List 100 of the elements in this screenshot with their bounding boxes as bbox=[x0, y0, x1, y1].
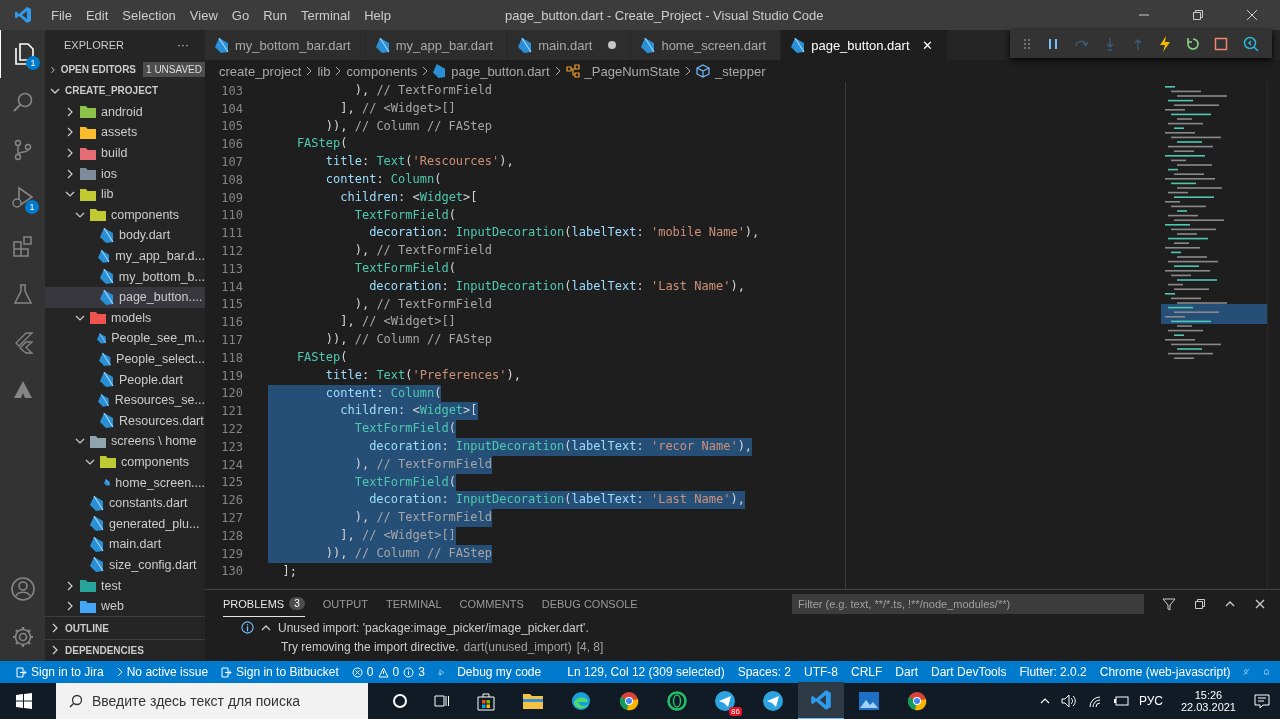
tree-item[interactable]: models bbox=[45, 307, 205, 329]
problem-message[interactable]: Unused import: 'package:image_picker/image_picker.dart'. bbox=[278, 620, 589, 635]
editor-tab[interactable]: my_bottom_bar.dart bbox=[205, 30, 366, 60]
status-item[interactable]: Sign in to Jira bbox=[16, 665, 104, 679]
extensions-icon[interactable] bbox=[10, 234, 35, 258]
filter-icon[interactable] bbox=[1162, 597, 1176, 611]
menu-item[interactable]: File bbox=[44, 7, 79, 23]
tree-item[interactable]: test bbox=[45, 575, 205, 596]
panel-tab[interactable]: PROBLEMS 3 bbox=[223, 591, 305, 617]
tree-item[interactable]: generated_plu... bbox=[45, 513, 205, 535]
stop-icon[interactable] bbox=[1214, 37, 1229, 51]
status-item[interactable]: Sign in to Bitbucket bbox=[221, 665, 339, 679]
chrome-icon[interactable] bbox=[906, 690, 928, 712]
cortana-icon[interactable] bbox=[392, 693, 408, 709]
tree-item[interactable]: screens \ home bbox=[45, 431, 205, 452]
section-header[interactable]: OUTLINE bbox=[65, 622, 109, 634]
tree-item[interactable]: size_config.dart bbox=[45, 554, 205, 576]
status-item[interactable]: Debug my code bbox=[457, 665, 542, 679]
tree-item[interactable]: constants.dart bbox=[45, 492, 205, 514]
lightning-icon[interactable] bbox=[1159, 36, 1172, 52]
breadcrumb-item[interactable]: create_project bbox=[219, 63, 302, 79]
battery-icon[interactable] bbox=[1112, 695, 1129, 707]
breadcrumb-item[interactable]: _stepper bbox=[714, 63, 766, 79]
status-item[interactable]: Chrome (web-javascript) bbox=[1099, 665, 1231, 679]
menu-item[interactable]: Selection bbox=[115, 7, 183, 23]
speaker-icon[interactable] bbox=[1060, 694, 1077, 708]
breadcrumb-item[interactable]: components bbox=[346, 63, 418, 79]
tree-item[interactable]: components bbox=[45, 451, 205, 473]
tree-item[interactable]: android bbox=[45, 101, 205, 123]
status-item[interactable]: UTF-8 bbox=[804, 665, 838, 679]
menu-item[interactable]: Run bbox=[256, 7, 294, 23]
menu-item[interactable]: Help bbox=[357, 7, 398, 23]
panel-tab[interactable]: DEBUG CONSOLE bbox=[541, 591, 638, 617]
close-icon[interactable] bbox=[1246, 9, 1258, 21]
taskbar-search-field[interactable]: Введите здесь текст для поиска bbox=[56, 683, 368, 719]
restore-icon[interactable] bbox=[1192, 9, 1204, 21]
clock-time[interactable]: 15:26 bbox=[1194, 689, 1223, 701]
chrome-icon[interactable] bbox=[618, 690, 640, 712]
status-item[interactable]: Ln 129, Col 12 (309 selected) bbox=[567, 665, 725, 679]
edge-icon[interactable] bbox=[570, 690, 592, 712]
close-tab-button[interactable]: ✕ bbox=[921, 37, 933, 53]
settings-icon[interactable] bbox=[10, 625, 35, 649]
panel-tab[interactable]: OUTPUT bbox=[322, 591, 368, 617]
inspect-icon[interactable] bbox=[1242, 36, 1259, 52]
editor-tab[interactable]: main.dart bbox=[508, 30, 632, 60]
tree-item[interactable]: web bbox=[45, 595, 205, 617]
status-item[interactable]: Flutter: 2.0.2 bbox=[1019, 665, 1087, 679]
breadcrumb-item[interactable]: lib bbox=[317, 63, 331, 79]
tree-item[interactable]: Resources.dart bbox=[45, 410, 205, 432]
photos-icon[interactable] bbox=[858, 691, 880, 711]
tree-item[interactable]: body.dart bbox=[45, 225, 205, 246]
tree-item[interactable]: build bbox=[45, 142, 205, 164]
menu-item[interactable]: Edit bbox=[78, 7, 116, 23]
tree-item[interactable]: my_bottom_b... bbox=[45, 266, 205, 287]
tree-item[interactable]: ios bbox=[45, 163, 205, 184]
drag-handle-icon[interactable] bbox=[1023, 38, 1032, 50]
tree-item[interactable]: People.dart bbox=[45, 369, 205, 390]
breadcrumb-item[interactable]: page_button.dart bbox=[451, 63, 550, 79]
tree-item[interactable]: lib bbox=[45, 183, 205, 205]
tree-item[interactable]: my_app_bar.d... bbox=[45, 245, 205, 267]
run-debug-icon[interactable] bbox=[9, 185, 36, 211]
filter-field[interactable]: Filter (e.g. text, **/*.ts, !**/node_modules/**) bbox=[792, 594, 1144, 614]
tree-item[interactable]: People_select... bbox=[45, 348, 205, 370]
editor-tab[interactable]: page_button.dart ✕ bbox=[781, 30, 948, 60]
copy-icon[interactable] bbox=[1194, 598, 1206, 610]
language-indicator[interactable]: РУС bbox=[1138, 694, 1163, 708]
close-icon[interactable] bbox=[1254, 598, 1266, 610]
more-actions-button[interactable]: ··· bbox=[177, 37, 189, 52]
open-editors-header[interactable]: OPEN EDITORS bbox=[60, 64, 137, 76]
tree-item[interactable]: main.dart bbox=[45, 534, 205, 555]
tree-item[interactable]: home_screen.... bbox=[45, 472, 205, 493]
notifications-icon[interactable] bbox=[1254, 693, 1270, 709]
vscode-logo-icon[interactable] bbox=[810, 689, 832, 711]
folder-icon[interactable] bbox=[522, 692, 544, 710]
clock-date[interactable]: 22.03.2021 bbox=[1180, 701, 1236, 713]
store-icon[interactable] bbox=[476, 691, 496, 711]
project-header[interactable]: CREATE_PROJECT bbox=[65, 85, 159, 97]
menu-item[interactable]: Terminal bbox=[294, 7, 358, 23]
status-item[interactable]: Dart DevTools bbox=[931, 665, 1007, 679]
status-item[interactable]: No active issue bbox=[116, 665, 209, 679]
tree-item[interactable]: components bbox=[45, 204, 205, 226]
editor-tab[interactable]: home_screen.dart bbox=[631, 30, 782, 60]
tree-item[interactable]: assets bbox=[45, 122, 205, 143]
wifi-icon[interactable] bbox=[1086, 694, 1103, 708]
problems-status[interactable]: 0 0 3 bbox=[351, 665, 425, 679]
windows-start-icon[interactable] bbox=[16, 693, 32, 709]
status-item[interactable]: Dart bbox=[895, 665, 919, 679]
tree-item[interactable]: People_see_m... bbox=[45, 328, 205, 349]
status-item[interactable]: Spaces: 2 bbox=[737, 665, 791, 679]
breadcrumb-item[interactable]: _PageNumState bbox=[584, 63, 680, 79]
status-item[interactable]: CRLF bbox=[851, 665, 883, 679]
menu-item[interactable]: Go bbox=[224, 7, 257, 23]
task-view-icon[interactable] bbox=[434, 693, 450, 709]
atlassian-icon[interactable] bbox=[11, 379, 34, 401]
editor-tab[interactable]: my_app_bar.dart bbox=[365, 30, 509, 60]
paper-plane-icon[interactable] bbox=[762, 690, 784, 712]
ring-icon[interactable] bbox=[666, 690, 688, 712]
restart-icon[interactable] bbox=[1185, 37, 1200, 51]
panel-tab[interactable]: COMMENTS bbox=[459, 591, 524, 617]
panel-tab[interactable]: TERMINAL bbox=[385, 591, 442, 617]
